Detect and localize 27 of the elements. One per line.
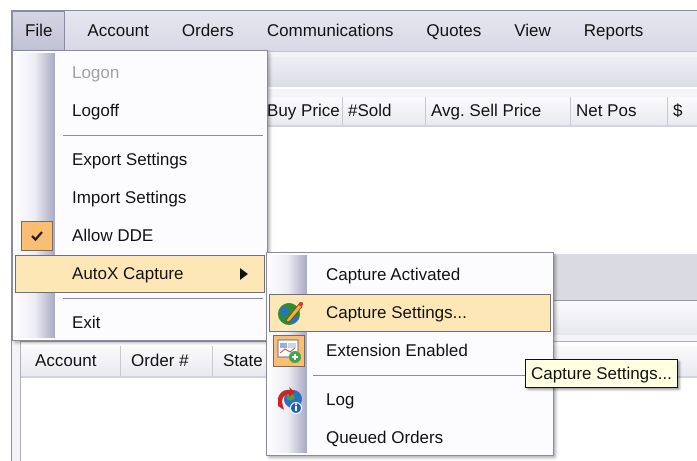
- menu-item[interactable]: Account: [71, 11, 165, 51]
- menu-item[interactable]: Export Settings: [15, 141, 265, 179]
- menu-item[interactable]: Capture Activated: [269, 256, 551, 294]
- menu-item[interactable]: Reports: [568, 11, 660, 51]
- menu-item[interactable]: Communications: [250, 11, 410, 51]
- menu-item[interactable]: File: [12, 11, 66, 51]
- menu-item[interactable]: Exit: [15, 304, 265, 342]
- menu-item[interactable]: AutoX Capture: [15, 255, 265, 293]
- menu-item[interactable]: Import Settings: [15, 179, 265, 217]
- tooltip: Capture Settings...: [525, 359, 678, 388]
- globe-pencil-icon: [275, 299, 303, 327]
- globe-arrow-icon: [275, 386, 303, 414]
- column-header[interactable]: Account: [21, 346, 121, 376]
- submenu-arrow-icon: [240, 268, 248, 280]
- column-header[interactable]: Order #: [121, 346, 213, 376]
- menu-item[interactable]: View: [498, 11, 567, 51]
- column-header[interactable]: Avg. Sell Price: [426, 97, 571, 125]
- menu-item[interactable]: Allow DDE: [15, 217, 265, 255]
- menu-item[interactable]: Logoff: [15, 92, 265, 130]
- menu-item[interactable]: Queued Orders: [269, 419, 551, 457]
- menu-item[interactable]: Orders: [166, 11, 250, 51]
- column-header[interactable]: Net Pos: [571, 97, 668, 125]
- column-header[interactable]: #Sold: [343, 97, 426, 125]
- chart-plus-icon: [275, 337, 303, 365]
- menu-item[interactable]: Quotes: [410, 11, 498, 51]
- menu-item[interactable]: Capture Settings...: [269, 294, 551, 332]
- column-header[interactable]: $: [668, 97, 697, 125]
